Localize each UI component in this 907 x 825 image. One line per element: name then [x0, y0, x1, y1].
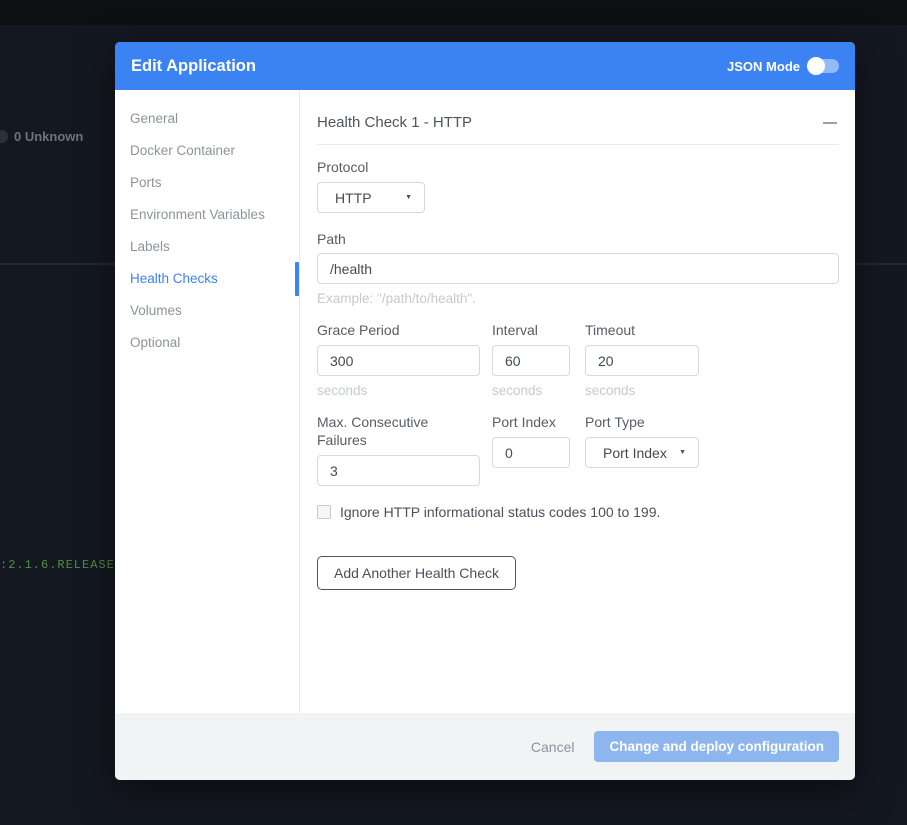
- collapse-icon[interactable]: [823, 122, 837, 124]
- port-fields-row: Max. Consecutive Failures Port Index Por…: [317, 413, 839, 486]
- interval-label: Interval: [492, 321, 570, 339]
- max-failures-input[interactable]: [317, 455, 480, 486]
- sidebar-item-docker-container[interactable]: Docker Container: [115, 135, 299, 167]
- port-index-input[interactable]: [492, 437, 570, 468]
- path-input[interactable]: [317, 253, 839, 284]
- chevron-down-icon: ▼: [405, 194, 412, 201]
- json-mode-toggle[interactable]: JSON Mode: [727, 59, 839, 74]
- protocol-label: Protocol: [317, 158, 839, 176]
- sidebar-item-optional[interactable]: Optional: [115, 327, 299, 359]
- section-header: Health Check 1 - HTTP: [317, 112, 839, 134]
- max-failures-label: Max. Consecutive Failures: [317, 413, 480, 449]
- sidebar-item-health-checks[interactable]: Health Checks: [115, 263, 299, 295]
- background-code-snippet: :2.1.6.RELEASE",: [0, 558, 131, 572]
- grace-period-help: seconds: [317, 382, 480, 399]
- grace-period-input[interactable]: [317, 345, 480, 376]
- unknown-status-label: 0 Unknown: [14, 129, 83, 144]
- sidebar-item-labels[interactable]: Labels: [115, 231, 299, 263]
- grace-period-field: Grace Period seconds: [317, 321, 480, 399]
- modal-header: Edit Application JSON Mode: [115, 42, 855, 90]
- port-type-label: Port Type: [585, 413, 699, 431]
- protocol-select-value: HTTP: [335, 190, 372, 206]
- sidebar-item-ports[interactable]: Ports: [115, 167, 299, 199]
- path-help-text: Example: "/path/to/health".: [317, 290, 839, 307]
- modal-footer: Cancel Change and deploy configuration: [115, 713, 855, 780]
- port-type-field: Port Type Port Index ▼: [585, 413, 699, 486]
- interval-help: seconds: [492, 382, 570, 399]
- app-screen: 0 Unknown :2.1.6.RELEASE", Edit Applicat…: [0, 0, 907, 825]
- section-title: Health Check 1 - HTTP: [317, 112, 472, 134]
- timing-fields-row: Grace Period seconds Interval seconds Ti…: [317, 321, 839, 399]
- section-divider: [317, 144, 839, 145]
- modal-sidebar: General Docker Container Ports Environme…: [115, 90, 300, 713]
- sidebar-item-volumes[interactable]: Volumes: [115, 295, 299, 327]
- ignore-http-checkbox[interactable]: [317, 505, 331, 519]
- timeout-field: Timeout seconds: [585, 321, 699, 399]
- port-index-field: Port Index: [492, 413, 570, 486]
- cancel-button[interactable]: Cancel: [531, 739, 575, 755]
- add-health-check-button[interactable]: Add Another Health Check: [317, 556, 516, 590]
- toggle-knob-icon: [807, 57, 825, 75]
- timeout-input[interactable]: [585, 345, 699, 376]
- protocol-select[interactable]: HTTP ▼: [317, 182, 425, 213]
- unknown-status: 0 Unknown: [0, 129, 83, 144]
- timeout-help: seconds: [585, 382, 699, 399]
- path-label: Path: [317, 230, 839, 248]
- interval-input[interactable]: [492, 345, 570, 376]
- port-type-select-value: Port Index: [603, 445, 667, 461]
- top-navbar: [0, 0, 907, 25]
- ignore-http-row: Ignore HTTP informational status codes 1…: [317, 504, 839, 520]
- health-checks-panel: Health Check 1 - HTTP Protocol HTTP ▼ Pa…: [300, 90, 855, 713]
- json-mode-label: JSON Mode: [727, 59, 800, 74]
- grace-period-label: Grace Period: [317, 321, 480, 339]
- modal-body: General Docker Container Ports Environme…: [115, 90, 855, 713]
- port-type-select[interactable]: Port Index ▼: [585, 437, 699, 468]
- timeout-label: Timeout: [585, 321, 699, 339]
- max-failures-field: Max. Consecutive Failures: [317, 413, 480, 486]
- interval-field: Interval seconds: [492, 321, 570, 399]
- sidebar-item-general[interactable]: General: [115, 103, 299, 135]
- deploy-configuration-button[interactable]: Change and deploy configuration: [594, 731, 839, 762]
- port-index-label: Port Index: [492, 413, 570, 431]
- chevron-down-icon: ▼: [679, 449, 686, 456]
- ignore-http-label: Ignore HTTP informational status codes 1…: [340, 504, 660, 520]
- unknown-status-dot-icon: [0, 130, 8, 143]
- toggle-track[interactable]: [809, 59, 839, 73]
- modal-title: Edit Application: [131, 57, 256, 76]
- edit-application-modal: Edit Application JSON Mode General Docke…: [115, 42, 855, 780]
- sidebar-item-environment-variables[interactable]: Environment Variables: [115, 199, 299, 231]
